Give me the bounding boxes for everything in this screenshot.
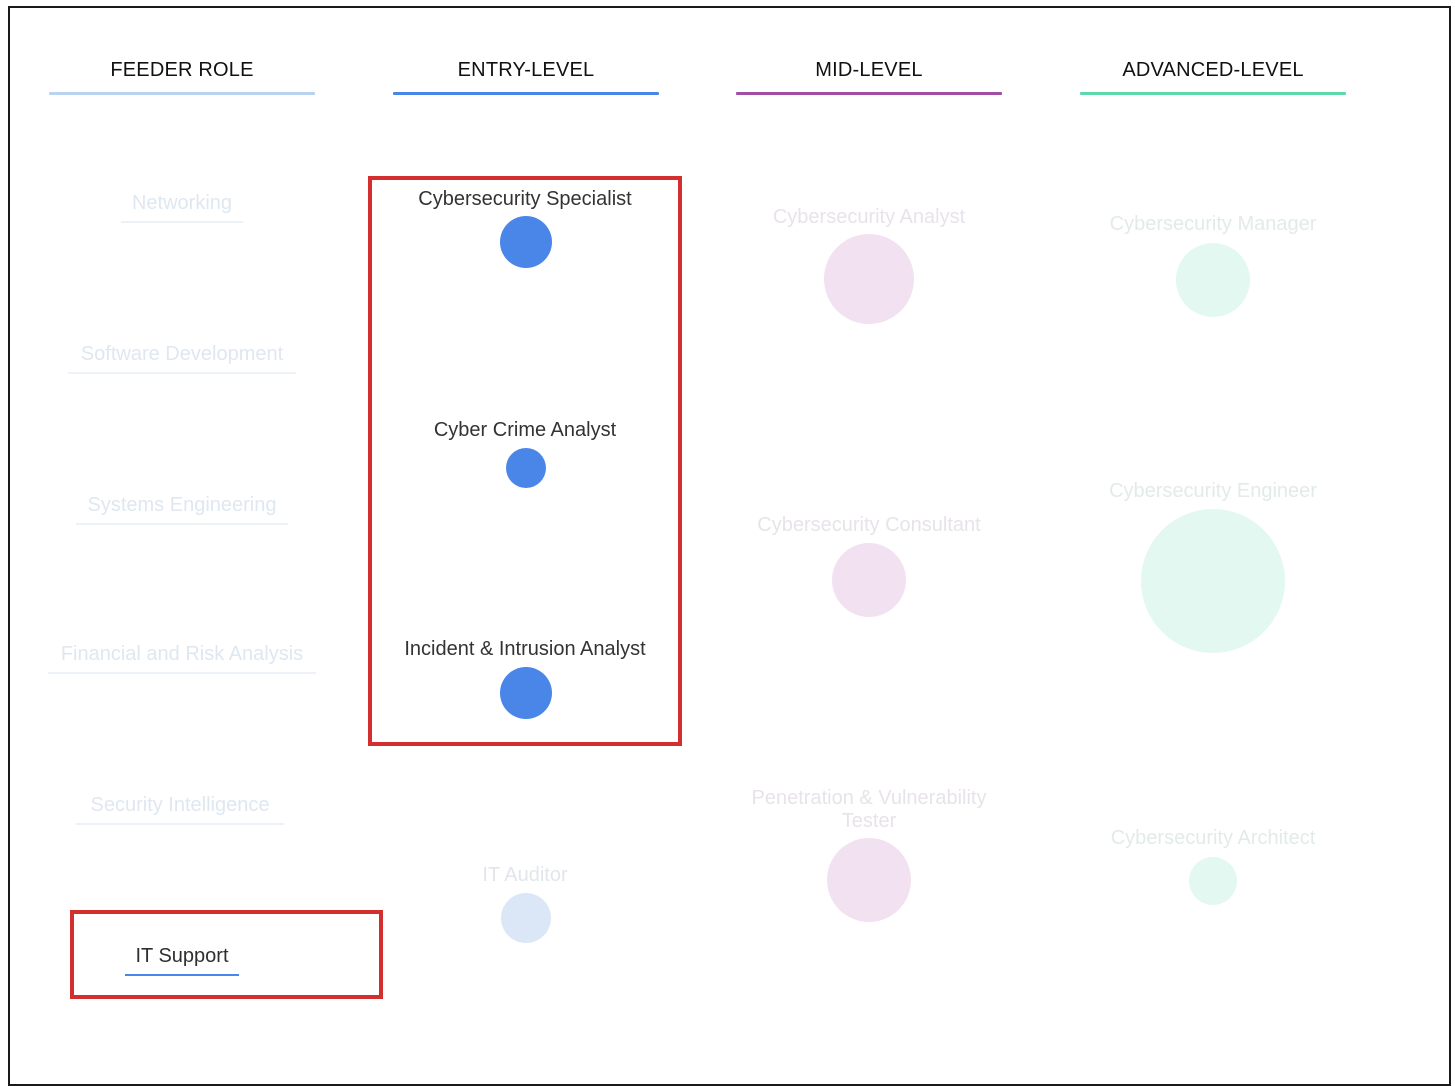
entry-node-cyber-crime-analyst[interactable]: Cyber Crime Analyst — [370, 415, 680, 490]
node-dot[interactable] — [827, 838, 911, 922]
node-dot[interactable] — [1189, 857, 1237, 905]
node-title: Incident & Intrusion Analyst — [404, 638, 646, 660]
node-title: Cybersecurity Engineer — [1109, 480, 1317, 502]
node-dot[interactable] — [500, 667, 552, 719]
node-title-line2: Tester — [841, 810, 897, 832]
feeder-role-security-intelligence[interactable]: Security Intelligence — [76, 794, 284, 825]
advanced-node-cybersecurity-manager[interactable]: Cybersecurity Manager — [1058, 209, 1368, 319]
column-header-feeder-role: FEEDER ROLE — [49, 56, 315, 95]
node-dot[interactable] — [824, 234, 914, 324]
node-title: Cybersecurity Consultant — [757, 514, 981, 536]
node-dot[interactable] — [1141, 509, 1285, 653]
column-underline — [1080, 92, 1346, 95]
column-header-advanced-level: ADVANCED-LEVEL — [1080, 56, 1346, 95]
feeder-role-systems-engineering[interactable]: Systems Engineering — [76, 494, 288, 525]
column-underline — [49, 92, 315, 95]
node-dot[interactable] — [832, 543, 906, 617]
node-dot[interactable] — [506, 448, 546, 488]
advanced-node-cybersecurity-engineer[interactable]: Cybersecurity Engineer — [1058, 476, 1368, 654]
column-header-label: FEEDER ROLE — [110, 59, 254, 81]
node-title: Cybersecurity Manager — [1109, 213, 1317, 235]
entry-node-cybersecurity-specialist[interactable]: Cybersecurity Specialist — [370, 184, 680, 272]
node-title: Cybersecurity Analyst — [772, 206, 966, 228]
column-header-mid-level: MID-LEVEL — [736, 56, 1002, 95]
node-title: Cybersecurity Architect — [1110, 827, 1316, 849]
column-underline — [736, 92, 1002, 95]
feeder-role-software-development[interactable]: Software Development — [68, 343, 296, 374]
advanced-node-cybersecurity-architect[interactable]: Cybersecurity Architect — [1058, 823, 1368, 907]
node-title: Penetration & Vulnerability — [751, 787, 987, 809]
column-header-label: ADVANCED-LEVEL — [1122, 59, 1304, 81]
node-title: Cyber Crime Analyst — [433, 419, 617, 441]
mid-node-cybersecurity-analyst[interactable]: Cybersecurity Analyst — [714, 202, 1024, 326]
entry-node-incident-intrusion-analyst[interactable]: Incident & Intrusion Analyst — [370, 634, 680, 722]
entry-node-it-auditor[interactable]: IT Auditor — [370, 860, 680, 946]
node-title: Cybersecurity Specialist — [418, 188, 632, 210]
mid-node-cybersecurity-consultant[interactable]: Cybersecurity Consultant — [714, 510, 1024, 620]
feeder-role-it-support[interactable]: IT Support — [125, 945, 239, 976]
node-dot[interactable] — [501, 893, 551, 943]
feeder-role-financial-risk-analysis[interactable]: Financial and Risk Analysis — [48, 643, 316, 674]
column-header-label: MID-LEVEL — [815, 59, 923, 81]
node-dot[interactable] — [500, 216, 552, 268]
node-title: IT Auditor — [482, 864, 568, 886]
column-header-label: ENTRY-LEVEL — [457, 59, 595, 81]
column-underline — [393, 92, 659, 95]
mid-node-penetration-vulnerability-tester[interactable]: Penetration & Vulnerability Tester — [714, 783, 1024, 925]
column-header-entry-level: ENTRY-LEVEL — [393, 56, 659, 95]
feeder-role-networking[interactable]: Networking — [121, 192, 243, 223]
node-dot[interactable] — [1176, 243, 1250, 317]
